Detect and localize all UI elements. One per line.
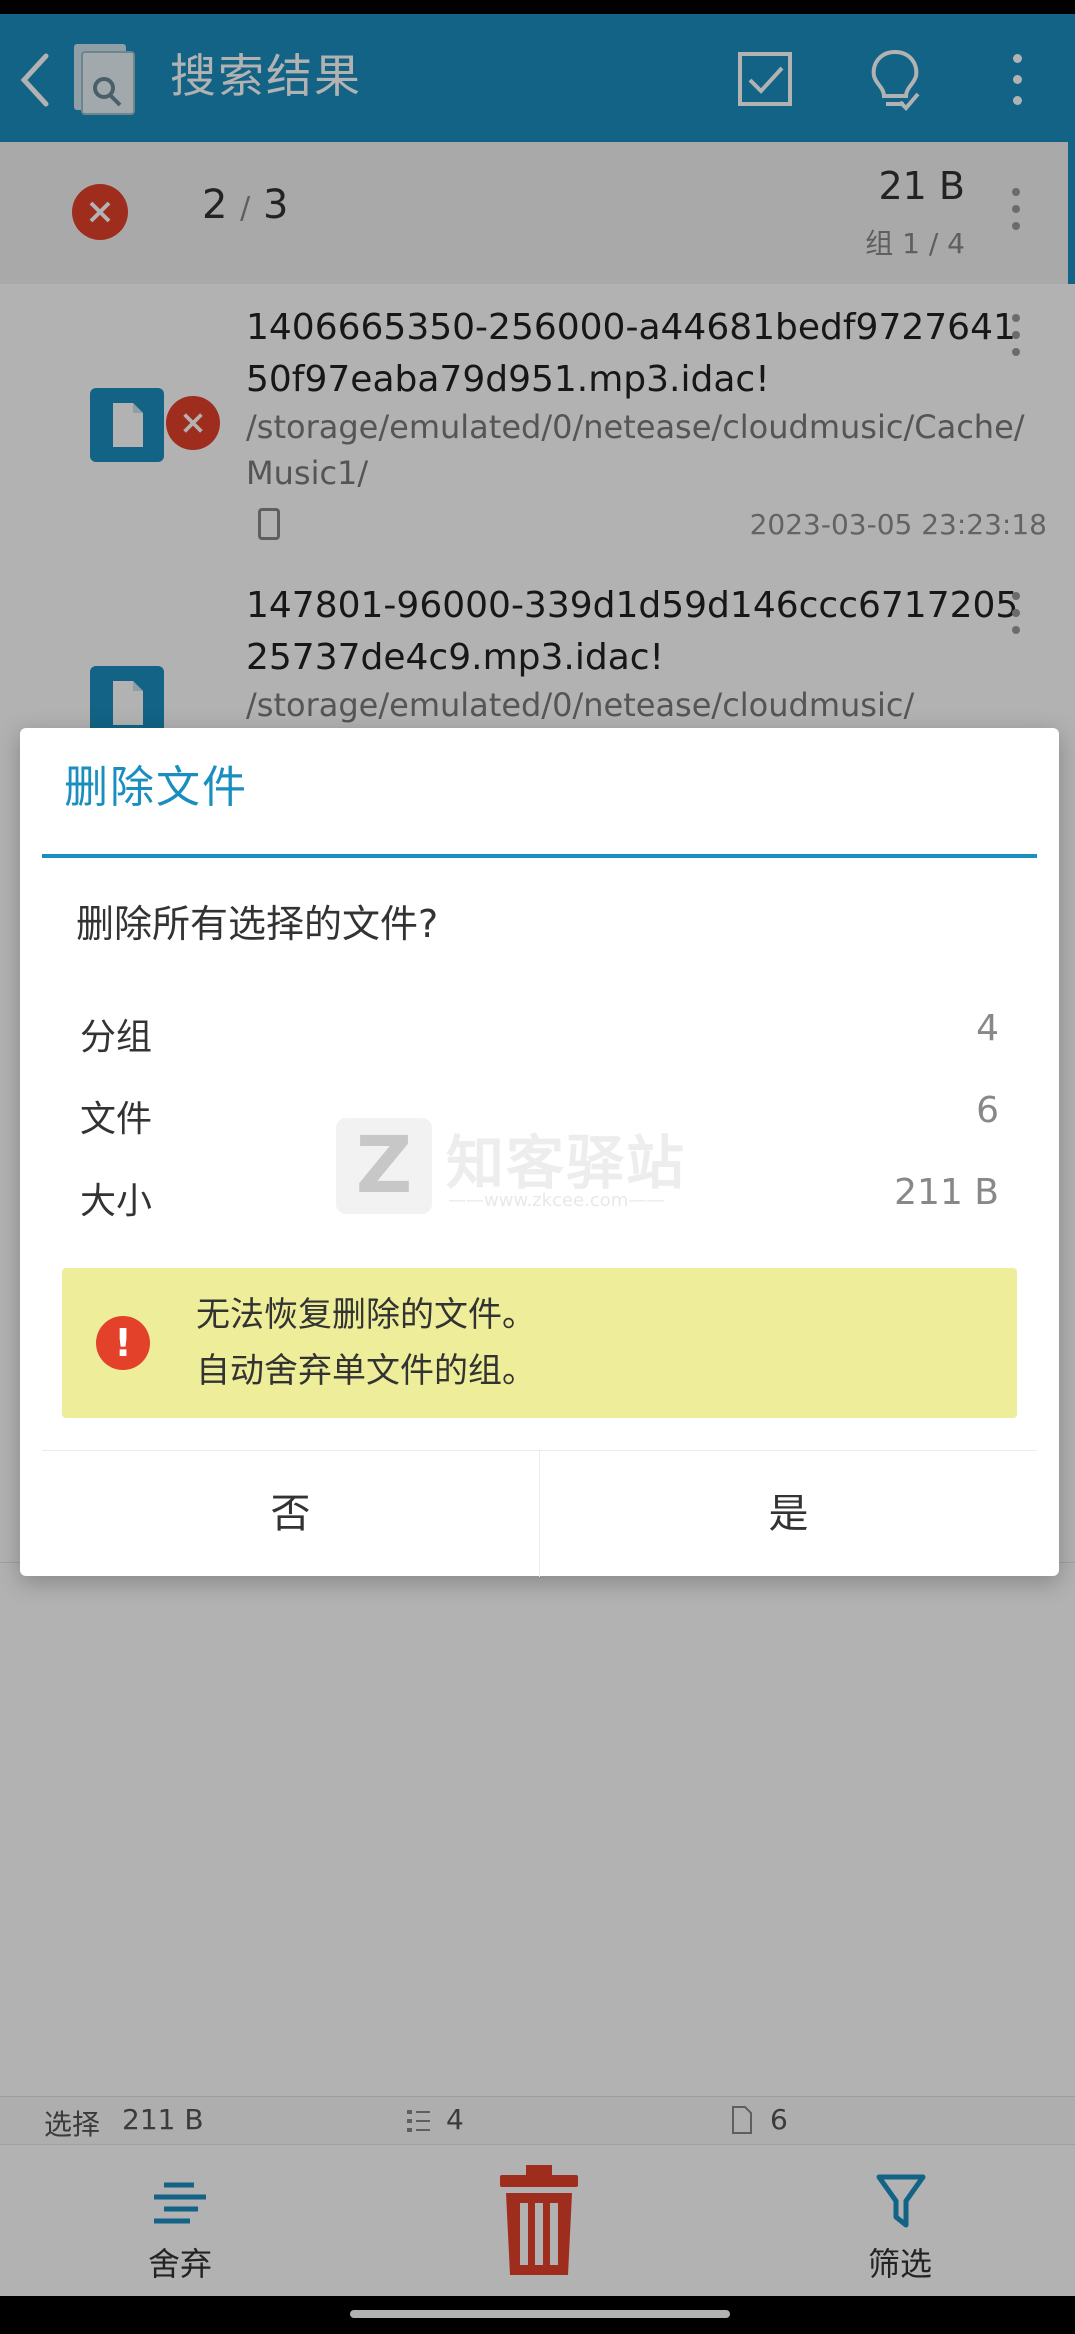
stat-groups-value: 4	[976, 1008, 999, 1049]
dialog-question: 删除所有选择的文件?	[76, 902, 439, 946]
watermark-url: ——www.zkcee.com——	[448, 1190, 665, 1211]
yes-button[interactable]: 是	[540, 1451, 1037, 1577]
watermark-logo: Z 知客驿站 ——www.zkcee.com——	[336, 1112, 756, 1222]
warning-text-2: 自动舍弃单文件的组。	[196, 1351, 536, 1391]
warning-box: ! 无法恢复删除的文件。 自动舍弃单文件的组。	[62, 1268, 1017, 1418]
watermark-z-mark: Z	[336, 1118, 432, 1214]
warning-text-1: 无法恢复删除的文件。	[196, 1295, 536, 1335]
stat-files-label: 文件	[80, 1099, 153, 1140]
stat-size-label: 大小	[80, 1181, 153, 1222]
watermark-brand: 知客驿站	[446, 1129, 687, 1197]
stat-size-value: 211 B	[894, 1172, 999, 1213]
dialog-title: 删除文件	[64, 762, 248, 813]
stat-files-value: 6	[976, 1090, 999, 1131]
no-button[interactable]: 否	[42, 1451, 540, 1577]
dialog-title-divider	[42, 854, 1037, 858]
dialog-buttons: 否 是	[42, 1450, 1037, 1577]
warning-icon: !	[96, 1316, 150, 1370]
stat-groups-label: 分组	[80, 1017, 153, 1058]
